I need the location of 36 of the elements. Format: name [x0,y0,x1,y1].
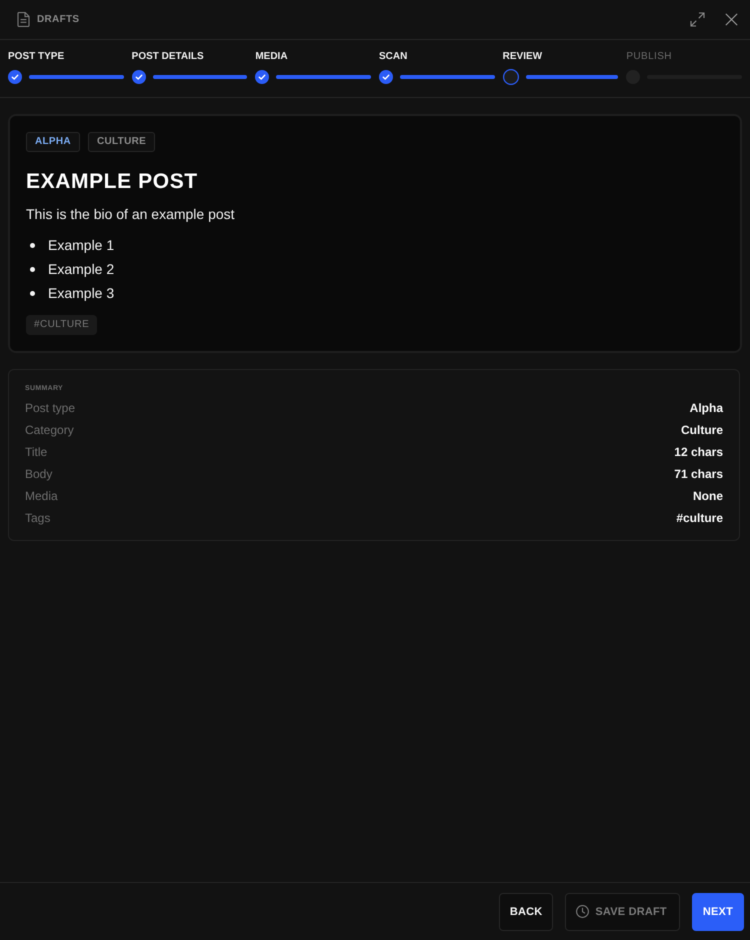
step-label: SCAN [378,51,408,63]
document-icon [17,12,30,27]
summary-value: 71 chars [674,467,723,481]
list-item-text: Example 3 [48,284,114,302]
summary-label: Category [25,423,74,437]
step-label: PUBLISH [626,51,673,63]
tag-label: CULTURE [88,132,156,152]
list-item-text: Example 2 [48,260,114,278]
expand-icon[interactable] [690,12,705,27]
summary-value: 12 chars [674,445,723,459]
summary-label: Title [25,445,48,459]
summary-label: Tags [25,511,50,525]
list-item-text: Example 1 [48,236,114,254]
step-label: MEDIA [255,51,289,63]
step-label: REVIEW [502,51,544,63]
bullet-icon [30,266,35,272]
summary-label: Body [25,467,52,481]
post-bio: This is the bio of an example post [26,205,235,223]
summary-label: Post type [25,401,76,415]
back-button[interactable]: BACK [498,892,554,930]
post-title: EXAMPLE POST [26,170,198,194]
hashtag-chip: #CULTURE [26,315,98,335]
summary-value: Culture [681,423,723,437]
summary-value: None [693,489,723,503]
step-label: POST TYPE [8,51,66,63]
summary-value: #culture [676,511,723,525]
bullet-icon [30,290,35,296]
close-icon[interactable] [725,13,738,26]
step-label: POST DETAILS [132,51,205,63]
clock-icon [576,905,590,918]
tag-label: ALPHA [26,132,80,152]
summary-value: Alpha [690,401,723,415]
bullet-icon [30,242,35,248]
window-title: DRAFTS [37,14,80,25]
next-button[interactable]: NEXT [692,892,744,930]
summary-label: Media [25,489,58,503]
